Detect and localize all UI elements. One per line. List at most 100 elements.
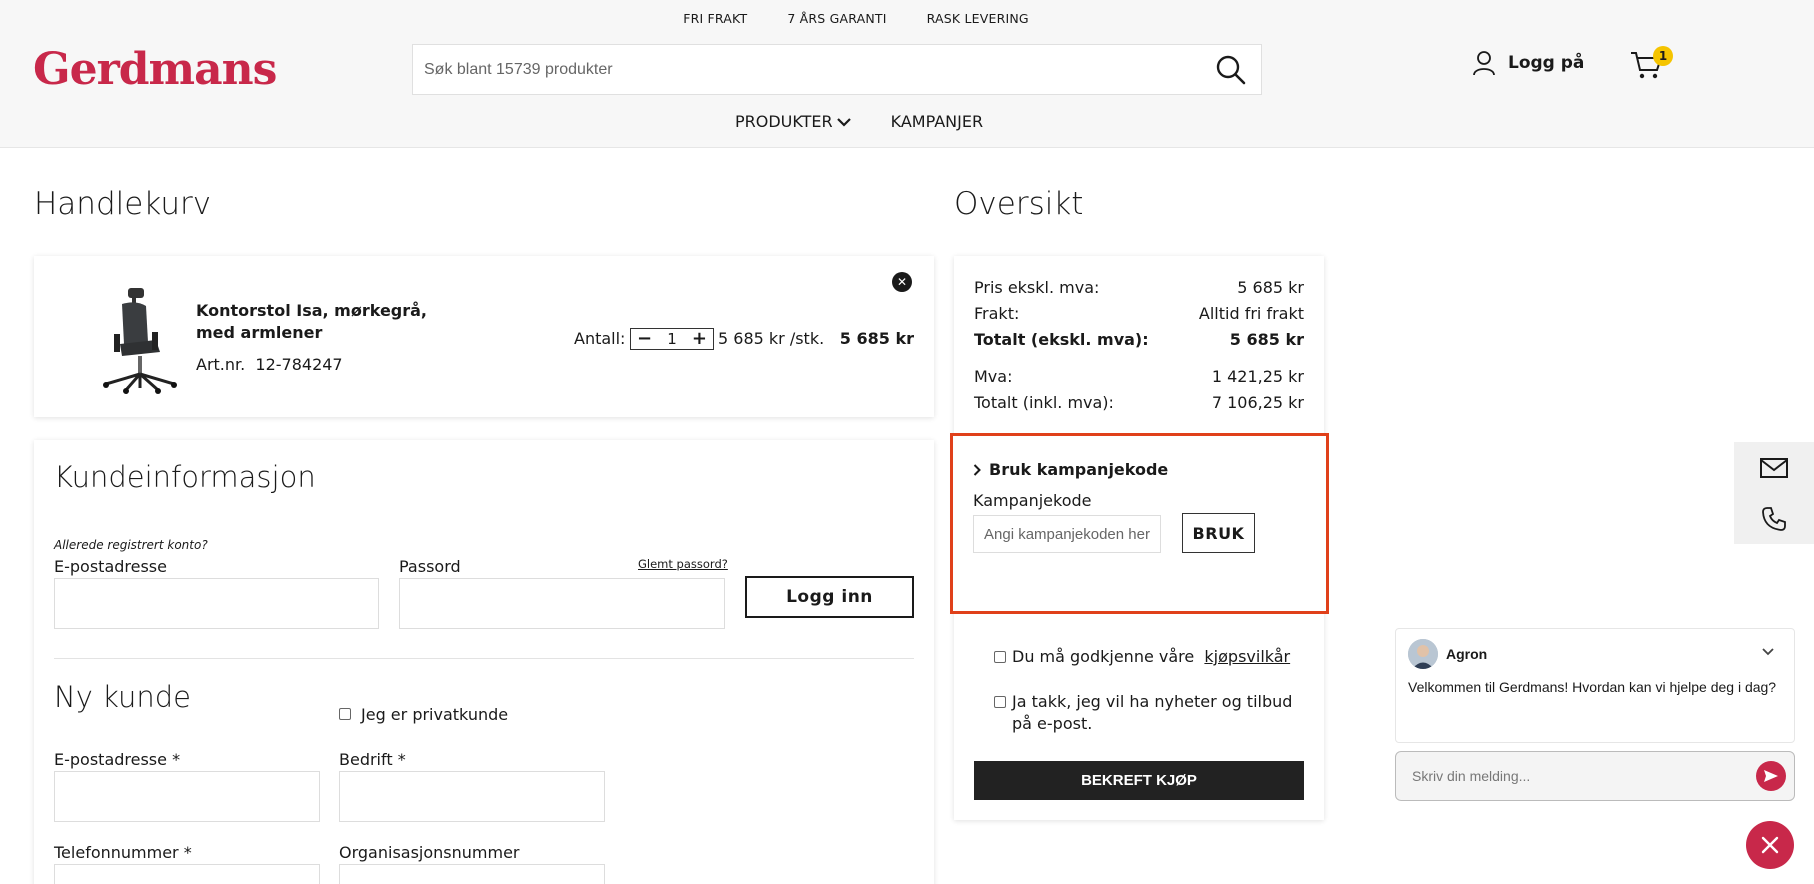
terms-label: Du må godkjenne våre: [1012, 647, 1195, 666]
forgot-password-link[interactable]: Glemt passord?: [638, 557, 728, 571]
side-contact-panel: [1734, 442, 1814, 544]
quantity-value[interactable]: 1: [667, 330, 677, 348]
login-link[interactable]: Logg på: [1472, 50, 1584, 76]
send-icon: [1764, 770, 1778, 782]
phone-field[interactable]: [54, 864, 320, 884]
apply-campaign-button[interactable]: BRUK: [1182, 513, 1255, 553]
product-article: Art.nr. 12-784247: [196, 355, 343, 374]
site-header: FRI FRAKT 7 ÅRS GARANTI RASK LEVERING Ge…: [0, 0, 1814, 148]
cart-item-card: Kontorstol Isa, mørkegrå, med armlener A…: [34, 256, 934, 417]
row-label: Totalt (ekskl. mva):: [974, 330, 1149, 349]
line-total: 5 685 kr: [839, 329, 914, 348]
org-number-label: Organisasjonsnummer: [339, 843, 520, 862]
email-contact-button[interactable]: [1734, 442, 1814, 493]
article-label: Art.nr.: [196, 355, 246, 374]
row-label: Mva:: [974, 367, 1013, 386]
chat-send-button[interactable]: [1756, 761, 1786, 791]
phone-icon: [1762, 506, 1786, 531]
campaign-code-heading: Bruk kampanjekode: [989, 460, 1169, 479]
close-icon: [1761, 836, 1779, 854]
email-label: E-postadresse *: [54, 750, 181, 769]
password-field[interactable]: [399, 578, 725, 629]
terms-checkbox[interactable]: [994, 651, 1006, 663]
summary-row-total-excl: Totalt (ekskl. mva): 5 685 kr: [974, 330, 1304, 349]
row-value: 5 685 kr: [1237, 278, 1304, 297]
usp-delivery: RASK LEVERING: [926, 11, 1029, 26]
summary-title: Oversikt: [954, 186, 1084, 222]
row-value: 1 421,25 kr: [1211, 367, 1304, 386]
cart-title: Handlekurv: [34, 186, 212, 222]
cart-count-badge: 1: [1653, 46, 1673, 66]
private-customer-label: Jeg er privatkunde: [361, 705, 509, 724]
summary-row-total-incl: Totalt (inkl. mva): 7 106,25 kr: [974, 393, 1304, 412]
phone-label: Telefonnummer *: [54, 843, 192, 862]
increase-quantity-button[interactable]: +: [692, 330, 707, 348]
row-value: 7 106,25 kr: [1211, 393, 1304, 412]
chat-close-button[interactable]: [1746, 821, 1794, 869]
row-label: Pris ekskl. mva:: [974, 278, 1100, 297]
email-field[interactable]: [54, 771, 320, 822]
terms-text: Du må godkjenne våre kjøpsvilkår: [1012, 646, 1290, 668]
chat-window: Agron Velkommen til Gerdmans! Hvordan ka…: [1395, 628, 1795, 743]
campaign-code-toggle[interactable]: Bruk kampanjekode: [973, 460, 1168, 479]
org-number-field[interactable]: [339, 864, 605, 884]
usp-warranty: 7 ÅRS GARANTI: [787, 11, 887, 26]
quantity-label: Antall:: [574, 329, 626, 348]
private-customer-checkbox[interactable]: [339, 708, 351, 720]
login-email-label: E-postadresse: [54, 557, 167, 576]
summary-row: Pris ekskl. mva: 5 685 kr: [974, 278, 1304, 297]
phone-contact-button[interactable]: [1734, 493, 1814, 544]
remove-item-button[interactable]: ✕: [892, 272, 912, 292]
row-label: Totalt (inkl. mva):: [974, 393, 1114, 412]
agent-name: Agron: [1446, 646, 1488, 662]
login-email-field[interactable]: [54, 578, 379, 629]
campaign-code-section: Bruk kampanjekode Kampanjekode Angi kamp…: [950, 433, 1329, 614]
close-icon: ✕: [896, 275, 908, 289]
usp-free-shipping: FRI FRAKT: [683, 11, 748, 26]
confirm-purchase-button[interactable]: BEKREFT KJØP: [974, 761, 1304, 800]
row-label: Frakt:: [974, 304, 1020, 323]
login-label: Logg på: [1508, 53, 1585, 73]
campaign-code-input[interactable]: Angi kampanjekoden her: [973, 515, 1161, 553]
agent-avatar: [1408, 639, 1438, 669]
campaign-code-label: Kampanjekode: [973, 491, 1092, 510]
registered-hint: Allerede registrert konto?: [54, 538, 208, 552]
nav-products-label: PRODUKTER: [735, 112, 833, 131]
company-label: Bedrift *: [339, 750, 406, 769]
chevron-right-icon: [973, 463, 981, 476]
chat-input[interactable]: Skriv din melding...: [1395, 751, 1795, 801]
nav-campaigns[interactable]: KAMPANJER: [891, 112, 983, 131]
terms-link[interactable]: kjøpsvilkår: [1204, 647, 1290, 666]
product-name[interactable]: Kontorstol Isa, mørkegrå, med armlener: [196, 300, 456, 344]
product-image[interactable]: [86, 284, 186, 394]
mail-icon: [1760, 457, 1788, 478]
login-button[interactable]: Logg inn: [745, 576, 914, 618]
newsletter-label: Ja takk, jeg vil ha nyheter og tilbud på…: [1012, 692, 1293, 733]
row-value: 5 685 kr: [1229, 330, 1304, 349]
main-nav: PRODUKTER KAMPANJER: [735, 112, 983, 131]
company-field[interactable]: [339, 771, 605, 822]
row-value: Alltid fri frakt: [1198, 304, 1304, 323]
unit-price: 5 685 kr /stk.: [718, 329, 825, 348]
article-number: 12-784247: [255, 355, 343, 374]
chat-message: Velkommen til Gerdmans! Hvordan kan vi h…: [1408, 679, 1777, 695]
usp-bar: FRI FRAKT 7 ÅRS GARANTI RASK LEVERING: [0, 11, 1712, 26]
summary-row: Frakt: Alltid fri frakt: [974, 304, 1304, 323]
logo[interactable]: Gerdmans: [33, 44, 277, 95]
search-bar[interactable]: [412, 44, 1262, 95]
divider: [54, 658, 914, 659]
new-customer-title: Ny kunde: [54, 680, 191, 714]
chat-input-placeholder: Skriv din melding...: [1412, 768, 1531, 784]
newsletter-checkbox[interactable]: [994, 696, 1006, 708]
customer-info-title: Kundeinformasjon: [54, 460, 316, 494]
chevron-down-icon: [836, 117, 851, 127]
password-label: Passord: [399, 557, 461, 576]
search-input[interactable]: [424, 60, 1204, 79]
nav-products[interactable]: PRODUKTER: [735, 112, 851, 131]
quantity-stepper: − 1 +: [630, 328, 714, 350]
summary-row: Mva: 1 421,25 kr: [974, 367, 1304, 386]
chevron-down-icon[interactable]: [1760, 644, 1776, 660]
customer-info-card: Kundeinformasjon Allerede registrert kon…: [34, 440, 934, 884]
decrease-quantity-button[interactable]: −: [637, 330, 652, 348]
search-icon[interactable]: [1215, 54, 1247, 86]
